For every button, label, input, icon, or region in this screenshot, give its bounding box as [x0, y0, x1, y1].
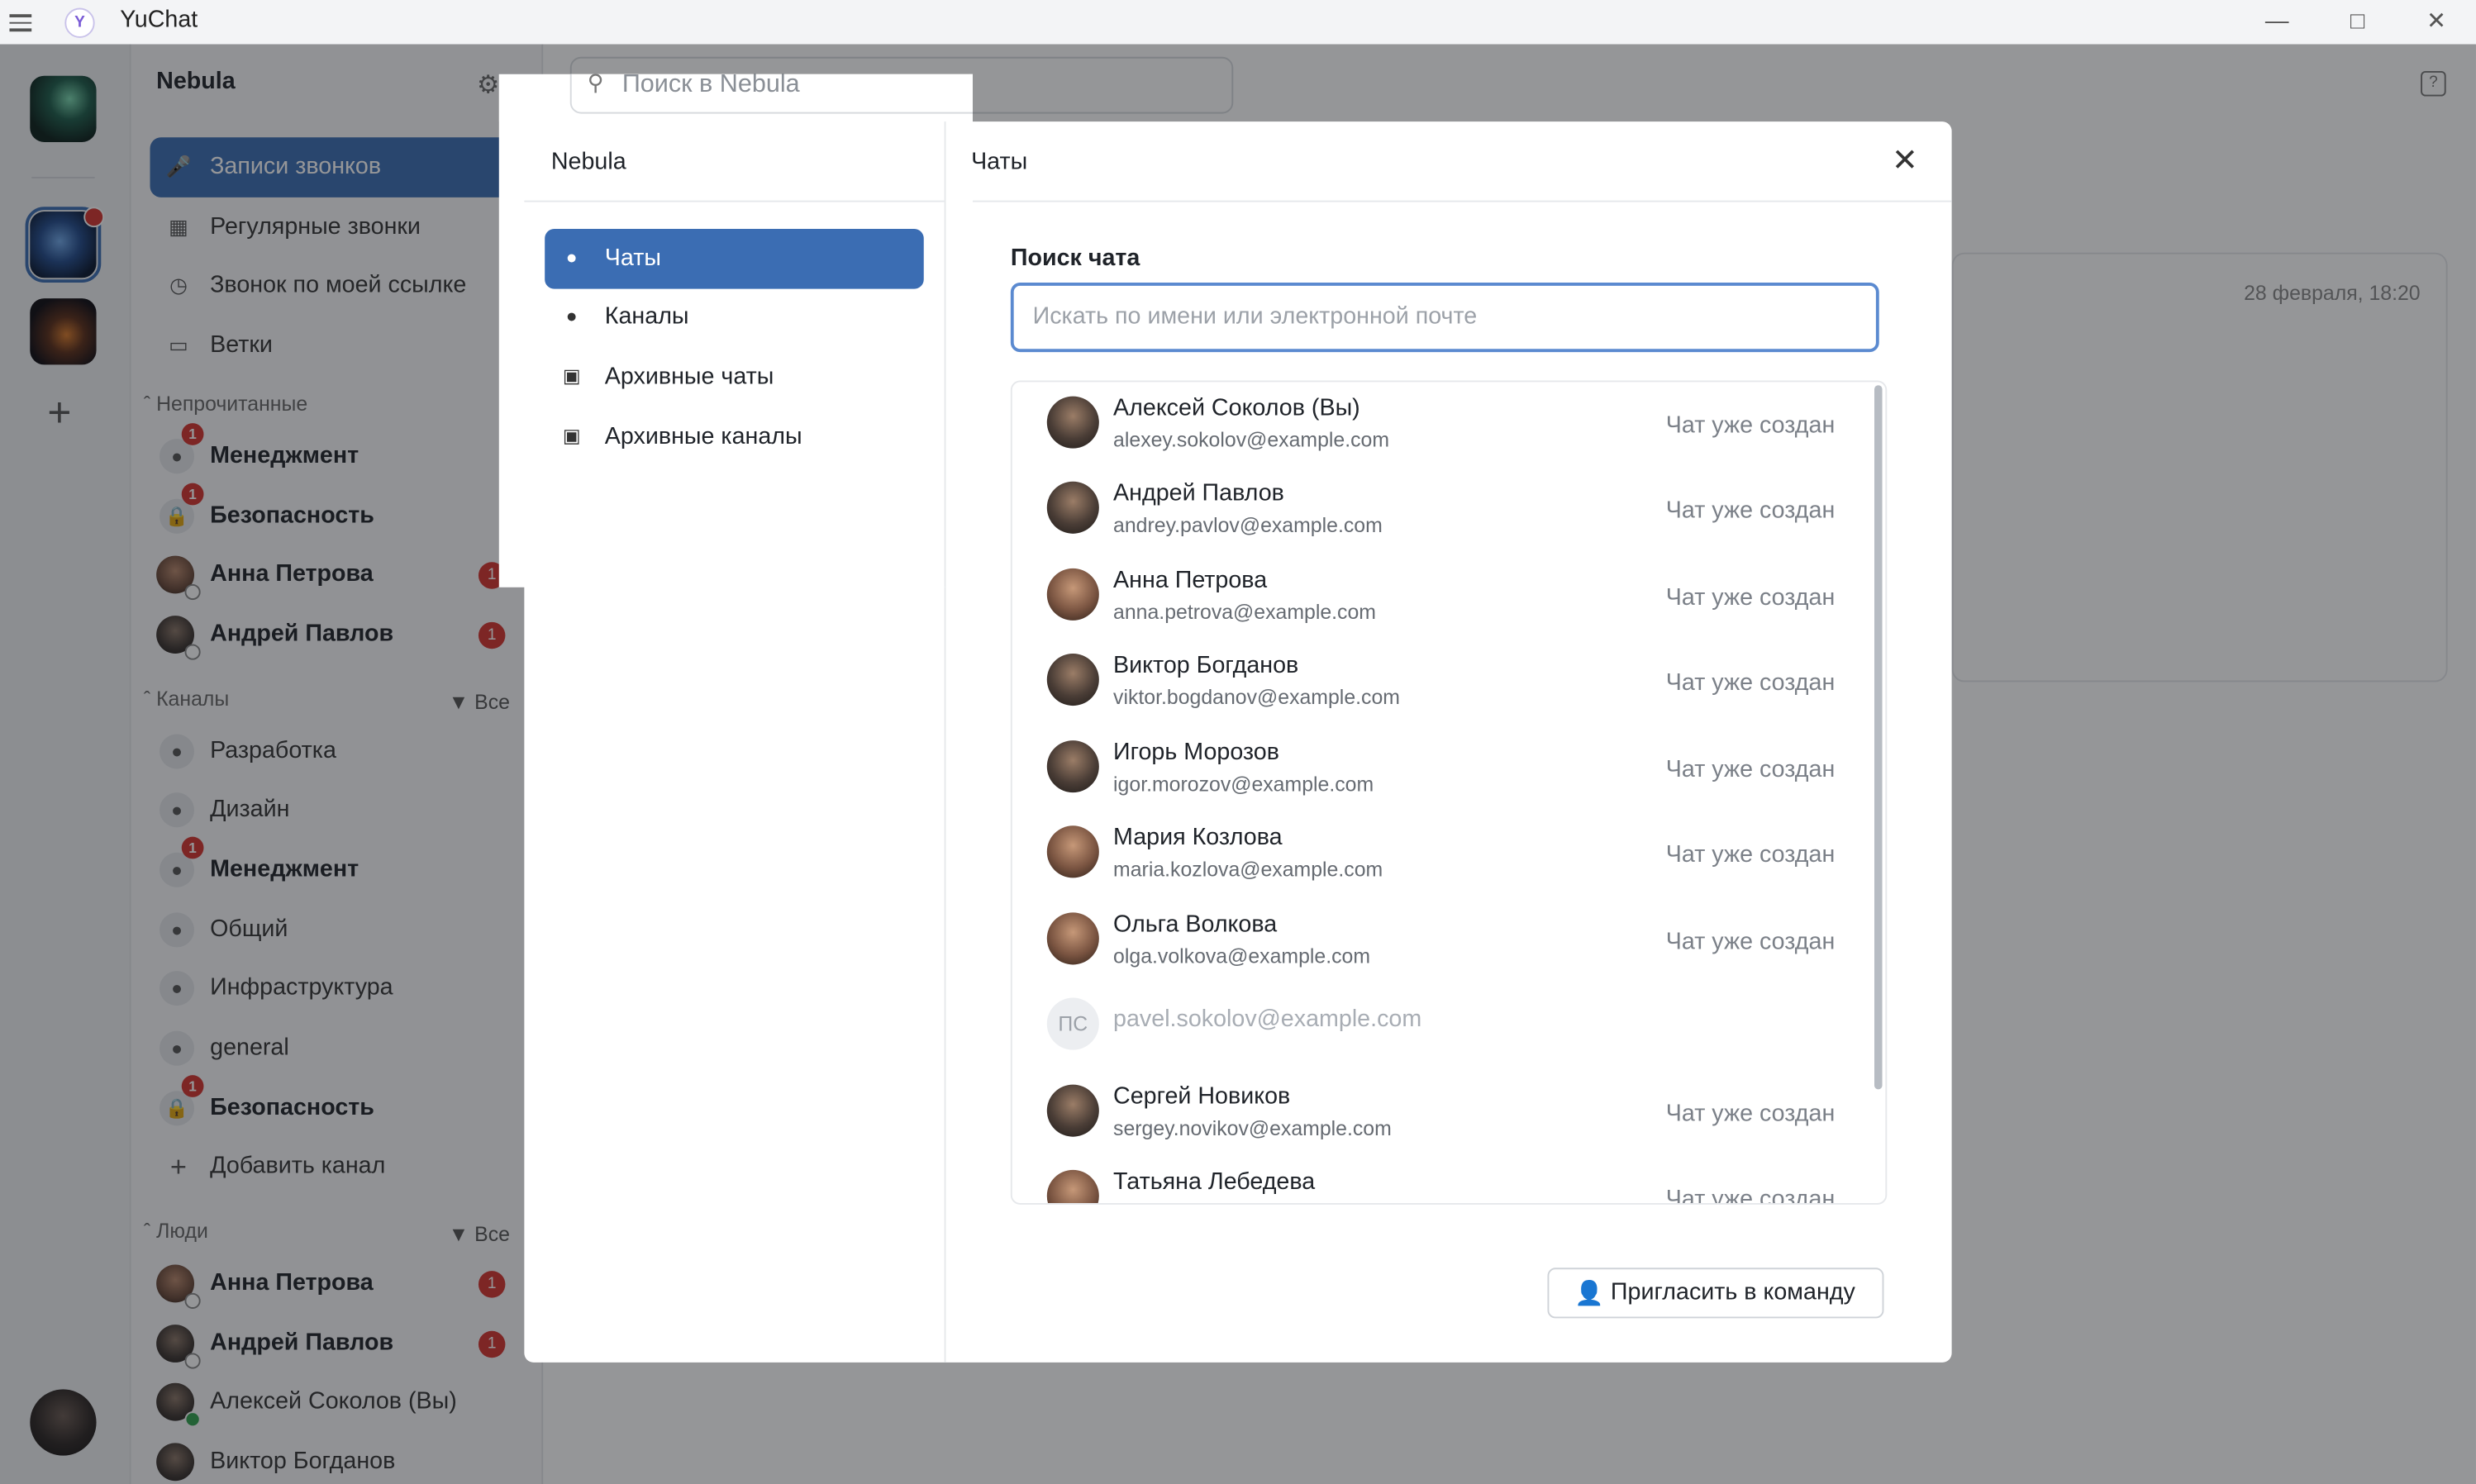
close-icon[interactable]: ✕: [1892, 140, 1918, 180]
app-title: YuChat: [120, 6, 198, 34]
contact-email: sergey.novikov@example.com: [1113, 1115, 1392, 1140]
contact-name: Андрей Павлов: [1113, 479, 1284, 507]
chat-search-label: Поиск чата: [1010, 245, 1140, 272]
contact-status: Чат уже создан: [1665, 928, 1836, 955]
list-item[interactable]: Виктор Богданов viktor.bogdanov@example.…: [1012, 640, 1865, 725]
avatar: [1046, 1084, 1099, 1137]
popup-nav-archived-chats[interactable]: ▣ Архивные чаты: [545, 347, 924, 407]
popup-search-overlap: ⚲ Поиск в Nebula: [499, 74, 973, 121]
archive-icon: ▣: [562, 424, 581, 447]
contact-name: Анна Петрова: [1113, 566, 1268, 594]
modal-nav-label: Архивные каналы: [604, 423, 802, 450]
avatar: [1046, 481, 1099, 534]
modal-title: Чаты: [971, 148, 1028, 176]
popup-workspace-title: Nebula: [550, 148, 626, 176]
contact-email: pavel.sokolov@example.com: [1113, 1006, 1422, 1033]
archive-icon: ▣: [562, 364, 581, 388]
contact-name: Татьяна Лебедева: [1113, 1168, 1316, 1196]
contact-name: Алексей Соколов (Вы): [1113, 394, 1360, 422]
contact-name: Виктор Богданов: [1113, 652, 1299, 679]
list-scrollbar[interactable]: [1874, 385, 1883, 1090]
popup-header-divider: [524, 200, 945, 202]
close-window-icon[interactable]: ✕: [2421, 7, 2452, 38]
contact-name: Мария Козлова: [1113, 824, 1283, 851]
contact-status: Чат уже создан: [1665, 1100, 1836, 1128]
contact-status: Чат уже создан: [1665, 411, 1836, 440]
app-logo-icon: Y: [64, 7, 95, 38]
list-item[interactable]: Мария Козлова maria.kozlova@example.com …: [1012, 811, 1865, 897]
workspace-search[interactable]: ⚲ Поиск в Nebula: [569, 74, 973, 114]
avatar: [1046, 912, 1099, 965]
contact-status: Чат уже создан: [1665, 669, 1836, 697]
contact-status: Чат уже создан: [1665, 841, 1836, 868]
contact-email: maria.kozlova@example.com: [1113, 857, 1383, 882]
search-placeholder: Поиск в Nebula: [621, 74, 800, 98]
avatar: [1046, 825, 1099, 878]
popup-divider: [944, 121, 946, 587]
contact-status: Чат уже создан: [1665, 756, 1836, 783]
minimize-icon[interactable]: —: [2261, 7, 2293, 38]
list-item[interactable]: Андрей Павлов andrey.pavlov@example.com …: [1012, 468, 1865, 553]
contact-name: Сергей Новиков: [1113, 1082, 1291, 1111]
modal-nav-label: Архивные чаты: [604, 363, 774, 390]
avatar-initials: ПС: [1046, 997, 1099, 1050]
contact-list: Алексей Соколов (Вы) alexey.sokolov@exam…: [1010, 380, 1888, 1205]
add-user-icon: 👤: [1574, 1280, 1604, 1308]
list-item[interactable]: Татьяна Лебедева Чат уже создан: [1012, 1156, 1865, 1205]
popup-edge: [969, 74, 973, 587]
contact-name: Игорь Морозов: [1113, 739, 1279, 766]
search-icon: ⚲: [587, 74, 604, 95]
contact-email: viktor.bogdanov@example.com: [1113, 685, 1400, 709]
list-item[interactable]: Игорь Морозов igor.morozov@example.com Ч…: [1012, 726, 1865, 811]
avatar: [1046, 654, 1099, 706]
list-item-disabled: ПС pavel.sokolov@example.com: [1012, 983, 1865, 1068]
highlighted-nav-popup: Nebula ● Чаты ● Каналы ▣ Архивные чаты ▣…: [498, 74, 973, 587]
title-bar: Y YuChat — □ ✕: [0, 0, 2476, 46]
list-item[interactable]: Ольга Волкова olga.volkova@example.com Ч…: [1012, 898, 1865, 983]
contact-status: Чат уже создан: [1665, 1185, 1836, 1205]
avatar: [1046, 740, 1099, 793]
avatar: [1046, 396, 1099, 449]
list-item[interactable]: Алексей Соколов (Вы) alexey.sokolov@exam…: [1012, 382, 1865, 467]
maximize-icon[interactable]: □: [2342, 7, 2374, 38]
person-icon: ●: [565, 304, 578, 327]
list-item[interactable]: Анна Петрова anna.petrova@example.com Ча…: [1012, 554, 1865, 640]
chat-search-input[interactable]: [1029, 301, 1857, 332]
contact-email: anna.petrova@example.com: [1113, 600, 1376, 624]
modal-nav-label: Чаты: [604, 245, 661, 272]
modal-nav-label: Каналы: [604, 302, 689, 331]
popup-nav-channels[interactable]: ● Каналы: [545, 288, 924, 348]
avatar: [1046, 568, 1099, 621]
list-item[interactable]: Сергей Новиков sergey.novikov@example.co…: [1012, 1070, 1865, 1155]
contact-name: Ольга Волкова: [1113, 911, 1278, 938]
popup-nav-chats[interactable]: ● Чаты: [545, 229, 924, 289]
invite-button-label: Пригласить в команду: [1610, 1278, 1855, 1306]
contact-email: andrey.pavlov@example.com: [1113, 512, 1383, 537]
contact-email: alexey.sokolov@example.com: [1113, 427, 1390, 452]
person-icon: ●: [565, 246, 578, 269]
contact-status: Чат уже создан: [1665, 583, 1836, 611]
popup-nav-archived-channels[interactable]: ▣ Архивные каналы: [545, 407, 924, 468]
chat-search-field[interactable]: [1010, 283, 1879, 353]
contact-email: igor.morozov@example.com: [1113, 772, 1374, 796]
contact-status: Чат уже создан: [1665, 497, 1836, 525]
hamburger-menu-icon[interactable]: [9, 9, 32, 31]
invite-to-team-button[interactable]: 👤 Пригласить в команду: [1547, 1268, 1884, 1319]
avatar: [1046, 1169, 1099, 1203]
contact-email: olga.volkova@example.com: [1113, 944, 1371, 968]
